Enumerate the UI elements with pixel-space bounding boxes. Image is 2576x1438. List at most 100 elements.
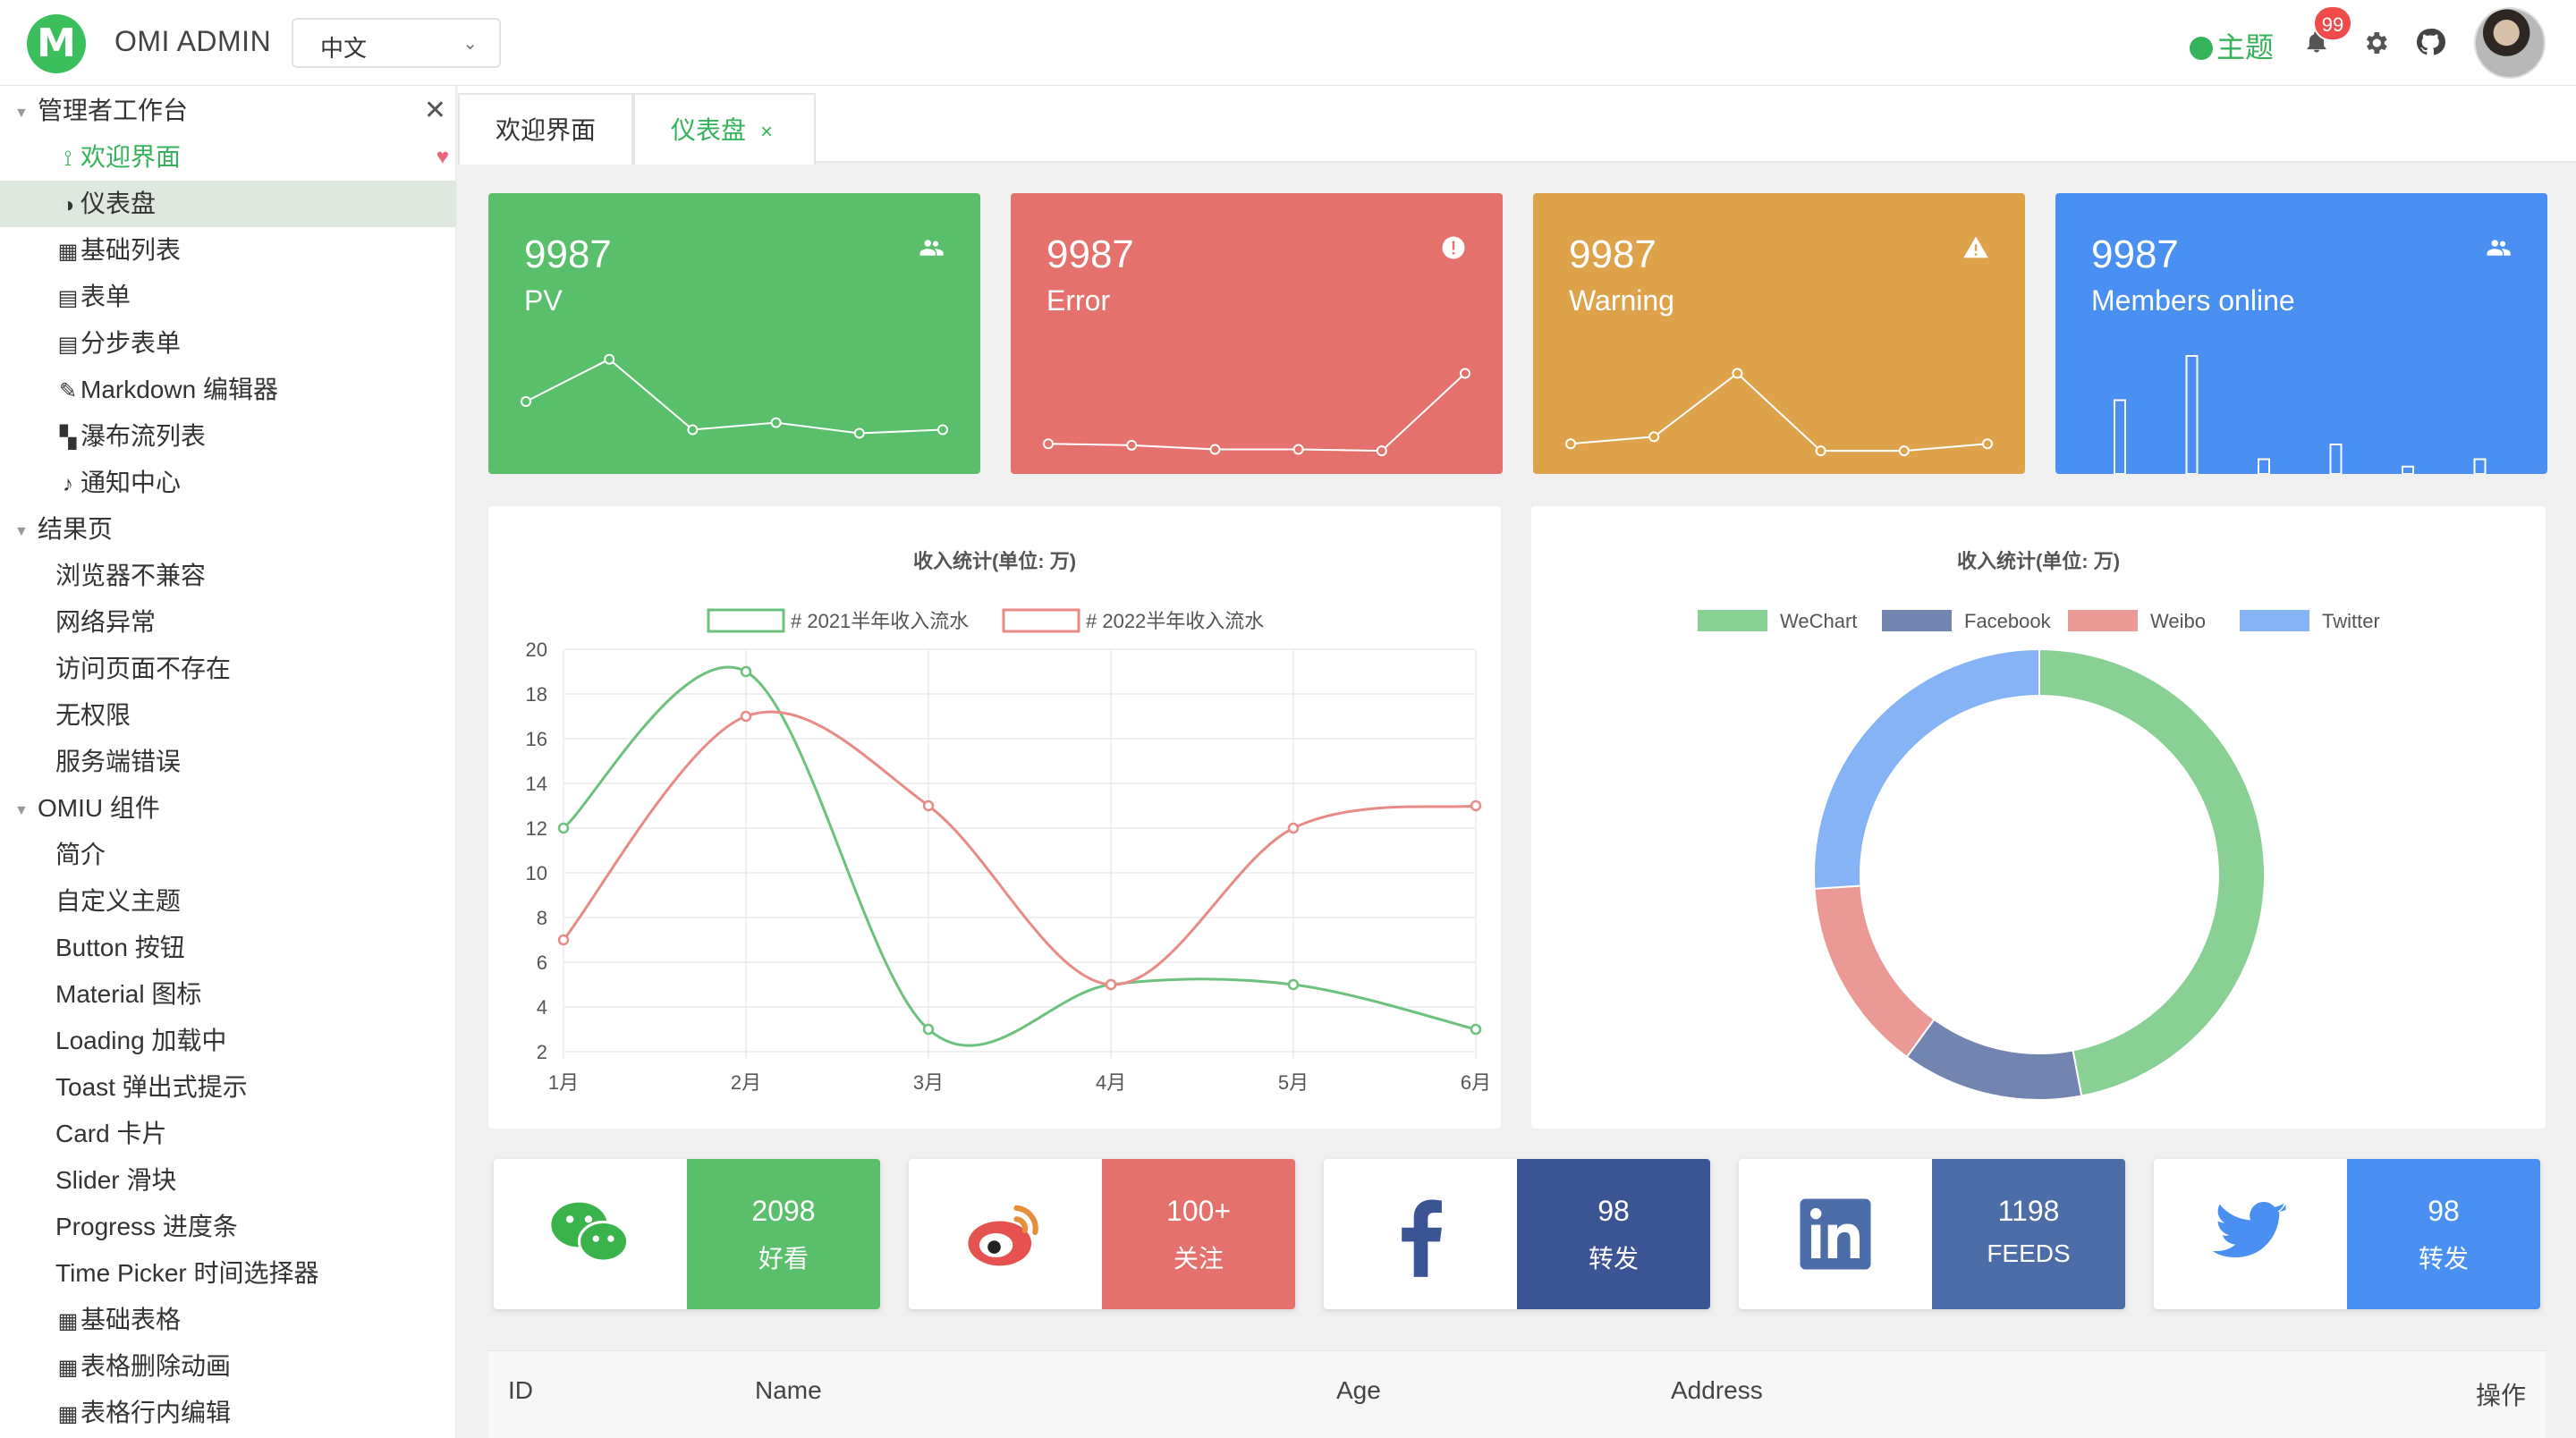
- sidebar-item-label: Material 图标: [55, 980, 202, 1008]
- sidebar-group[interactable]: ▼ OMIU 组件: [0, 785, 455, 832]
- sidebar-item[interactable]: Toast 弹出式提示: [0, 1064, 455, 1111]
- menu-item-icon: ▤: [57, 333, 79, 357]
- sidebar-item[interactable]: ▤分步表单: [0, 320, 455, 367]
- social-card[interactable]: 98 转发: [2154, 1159, 2540, 1309]
- user-avatar[interactable]: [2474, 7, 2546, 79]
- social-icon-area: [1324, 1159, 1517, 1309]
- y-tick-label: 18: [526, 683, 547, 706]
- sidebar-item[interactable]: 服务端错误: [0, 739, 455, 785]
- stat-label: Members online: [2091, 284, 2295, 317]
- sidebar-item[interactable]: 浏览器不兼容: [0, 553, 455, 599]
- alert-circle-icon: [1442, 236, 1465, 259]
- x-tick-label: 4月: [1096, 1071, 1126, 1094]
- sidebar-item-label: 瀑布流列表: [80, 422, 207, 450]
- legend-label: WeChart: [1780, 610, 1857, 632]
- sidebar-item[interactable]: 访问页面不存在: [0, 646, 455, 692]
- social-card[interactable]: 98 转发: [1324, 1159, 1710, 1309]
- sidebar-item-label: 表格行内编辑: [80, 1399, 232, 1426]
- app-logo[interactable]: M: [27, 14, 86, 73]
- menu-item-icon: ▚: [59, 426, 77, 450]
- sidebar-item-label: 管理者工作台: [38, 97, 189, 124]
- sparkline-point: [937, 424, 948, 436]
- mini-bar-chart: [2114, 355, 2487, 474]
- series-line: [563, 665, 1477, 1047]
- legend-label: Twitter: [2322, 610, 2380, 632]
- social-card[interactable]: 100+ 关注: [909, 1159, 1295, 1309]
- sparkline-point: [1565, 438, 1576, 450]
- sidebar-item[interactable]: Progress 进度条: [0, 1204, 455, 1250]
- sidebar-item[interactable]: ▦基础列表: [0, 227, 455, 274]
- sidebar-item[interactable]: Material 图标: [0, 971, 455, 1018]
- sparkline: [1043, 368, 1470, 457]
- stat-value: 9987: [1569, 233, 1657, 276]
- sidebar-group[interactable]: ▼ 结果页: [0, 506, 455, 553]
- sidebar-item[interactable]: ◑ 仪表盘: [0, 181, 455, 227]
- sidebar-item[interactable]: ▦基础表格: [0, 1297, 455, 1343]
- data-point: [1287, 978, 1300, 991]
- gear-icon[interactable]: [2361, 29, 2390, 57]
- menu-item-icon: ▦: [57, 240, 79, 264]
- data-point: [1470, 799, 1482, 812]
- sidebar-item[interactable]: 网络异常: [0, 599, 455, 646]
- sidebar-item[interactable]: ▦表格行内编辑: [0, 1390, 455, 1436]
- sidebar-item-label: Card 卡片: [55, 1120, 167, 1147]
- stat-card[interactable]: 9987 Error: [1011, 193, 1503, 474]
- social-card[interactable]: 2098 好看: [494, 1159, 880, 1309]
- sidebar-item-label: Loading 加载中: [55, 1027, 227, 1054]
- sidebar-item[interactable]: Slider 滑块: [0, 1157, 455, 1204]
- sidebar-item[interactable]: ♪ 通知中心: [0, 460, 455, 506]
- github-icon[interactable]: [2415, 27, 2445, 57]
- column-header-age[interactable]: Age: [1336, 1376, 1381, 1405]
- sidebar-item-label: 表格删除动画: [80, 1352, 232, 1380]
- sidebar-item[interactable]: ✎ Markdown 编辑器: [0, 367, 455, 413]
- legend-swatch: [1002, 608, 1080, 633]
- social-stat: 98 转发: [2347, 1159, 2540, 1309]
- donut-slice: [1813, 884, 1936, 1059]
- x-tick-label: 1月: [548, 1071, 579, 1094]
- mini-bar: [2258, 458, 2270, 474]
- social-card[interactable]: 1198 FEEDS: [1739, 1159, 2125, 1309]
- sidebar-item[interactable]: ▦表格删除动画: [0, 1343, 455, 1390]
- close-tab-icon[interactable]: ×: [760, 120, 773, 144]
- column-header-id[interactable]: ID: [508, 1376, 533, 1405]
- tab-welcome[interactable]: 欢迎界面: [458, 93, 633, 165]
- social-value: 2098: [751, 1195, 816, 1227]
- sidebar-item[interactable]: Loading 加载中: [0, 1018, 455, 1064]
- data-point: [1470, 1023, 1482, 1036]
- tab-dashboard[interactable]: 仪表盘 ×: [633, 93, 816, 165]
- sidebar-item-label: 分步表单: [80, 329, 182, 357]
- legend-swatch: [1698, 610, 1767, 631]
- sidebar-item[interactable]: Button 按钮: [0, 925, 455, 971]
- menu-item-icon: ⟟: [64, 147, 72, 171]
- stat-card[interactable]: 9987 Members online: [2055, 193, 2547, 474]
- people-icon: [919, 240, 944, 256]
- sidebar-item-label: 欢迎界面: [80, 143, 182, 171]
- legend-swatch: [707, 608, 785, 633]
- social-value: 98: [1597, 1195, 1630, 1227]
- social-icon-area: [2154, 1159, 2347, 1309]
- theme-button[interactable]: 主题: [2190, 25, 2274, 66]
- sidebar-item-label: 服务端错误: [55, 748, 182, 775]
- y-tick-label: 12: [526, 817, 547, 840]
- sidebar-item[interactable]: ⟟ 欢迎界面 ♥: [0, 134, 455, 181]
- sidebar-item[interactable]: 自定义主题: [0, 878, 455, 925]
- line-chart: # 2021半年收入流水 # 2022半年收入流水 2 4 6 8 10 12 14 16 18 20…: [526, 608, 1491, 1094]
- sidebar-item[interactable]: ▤表单: [0, 274, 455, 320]
- stat-card[interactable]: 9987 PV: [488, 193, 980, 474]
- sidebar-item[interactable]: ▚ 瀑布流列表: [0, 413, 455, 460]
- column-header-address[interactable]: Address: [1671, 1376, 1763, 1405]
- caret-down-icon: ▼: [14, 524, 29, 539]
- sidebar-item[interactable]: 无权限: [0, 692, 455, 739]
- sidebar-item[interactable]: 简介: [0, 832, 455, 878]
- sidebar-item[interactable]: Card 卡片: [0, 1111, 455, 1157]
- sidebar-item[interactable]: Time Picker 时间选择器: [0, 1250, 455, 1297]
- menu-item-icon: ▦: [57, 1356, 79, 1380]
- sidebar-group[interactable]: ▼ 管理者工作台: [0, 88, 455, 134]
- donut-slice: [2038, 647, 2266, 1097]
- stat-card[interactable]: 9987 Warning: [1533, 193, 2025, 474]
- y-tick-label: 8: [537, 907, 547, 929]
- sidebar-item-label: 无权限: [55, 701, 131, 729]
- column-header-name[interactable]: Name: [755, 1376, 822, 1405]
- sidebar-item-label: 表单: [80, 283, 131, 310]
- language-select[interactable]: 中文 ⌄: [292, 18, 501, 68]
